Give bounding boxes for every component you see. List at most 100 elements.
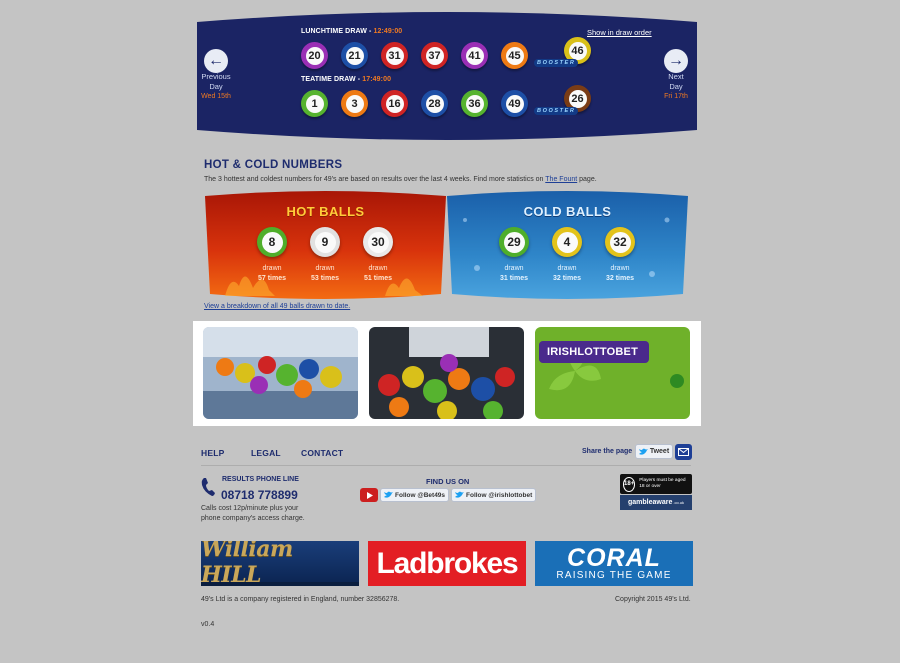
- contact-link[interactable]: CONTACT: [301, 448, 343, 458]
- hot-balls-title: HOT BALLS: [286, 204, 365, 219]
- teatime-ball: 28: [421, 90, 448, 117]
- teatime-ball-number: 49: [505, 94, 524, 113]
- cold-ball-number: 4: [556, 231, 578, 253]
- cold-ball-stat: drawn 32 times: [552, 265, 582, 282]
- cold-ball-number: 29: [503, 231, 525, 253]
- lotto-machine-image: [203, 327, 358, 419]
- lunchtime-ball-number: 41: [465, 46, 484, 65]
- envelope-icon: [678, 448, 689, 456]
- hot-cold-description: The 3 hottest and coldest numbers for 49…: [204, 176, 597, 183]
- age-18-icon: 18+: [623, 476, 636, 492]
- teatime-ball-number: 3: [345, 94, 364, 113]
- cold-ball: 32: [605, 227, 635, 257]
- irish-lotto-bet-image: [535, 327, 690, 419]
- legal-link[interactable]: LEGAL: [251, 448, 281, 458]
- twitter-icon: [638, 448, 648, 455]
- lunchtime-booster-number: 46: [568, 41, 587, 60]
- hot-ball-stat: drawn 51 times: [363, 265, 393, 282]
- promo-lotto-balls[interactable]: [369, 327, 524, 419]
- lunchtime-draw-title: LUNCHTIME DRAW - 12:49:00: [301, 28, 403, 35]
- ladbrokes-logo[interactable]: Ladbrokes: [368, 541, 526, 586]
- cold-ball: 4: [552, 227, 582, 257]
- arrow-right-icon: →: [668, 52, 684, 69]
- lunchtime-booster-tag: BOOSTER: [534, 59, 579, 67]
- coral-logo[interactable]: CORAL RAISING THE GAME: [535, 541, 693, 586]
- lotto-balls-image: [369, 327, 524, 419]
- lunchtime-ball: 41: [461, 42, 488, 69]
- hot-ball-number: 9: [314, 231, 336, 253]
- lunchtime-ball: 20: [301, 42, 328, 69]
- the-fount-link[interactable]: The Fount: [545, 176, 577, 183]
- teatime-booster-tag: BOOSTER: [534, 107, 579, 115]
- lunchtime-ball-number: 21: [345, 46, 364, 65]
- copyright-note: Copyright 2015 49's Ltd.: [615, 596, 691, 603]
- irish-lotto-bet-logo: IRISHLOTTOBET: [547, 346, 639, 358]
- breakdown-link[interactable]: View a breakdown of all 49 balls drawn t…: [204, 303, 350, 310]
- age-restriction-badge: 18+ Players must be aged 18 or over: [620, 474, 692, 494]
- hot-ball-number: 30: [367, 231, 389, 253]
- hot-ball: 9: [310, 227, 340, 257]
- lunchtime-ball: 21: [341, 42, 368, 69]
- promo-strip: IRISHLOTTOBET: [193, 321, 701, 426]
- next-day-button[interactable]: →: [664, 49, 688, 73]
- lunchtime-ball: 37: [421, 42, 448, 69]
- teatime-draw-title: TEATIME DRAW - 17:49:00: [301, 76, 392, 83]
- teatime-ball-number: 28: [425, 94, 444, 113]
- lunchtime-ball: 45: [501, 42, 528, 69]
- phone-number: 08718 778899: [221, 488, 298, 502]
- previous-day-button[interactable]: ←: [204, 49, 228, 73]
- cold-balls-title: COLD BALLS: [523, 204, 612, 219]
- follow-bet49s-button[interactable]: Follow @Bet49s: [380, 488, 450, 502]
- youtube-button[interactable]: [360, 488, 378, 502]
- lunchtime-ball-number: 45: [505, 46, 524, 65]
- version-label: v0.4: [201, 621, 215, 628]
- hot-ball-number: 8: [261, 231, 283, 253]
- twitter-icon: [455, 491, 464, 498]
- results-phone-line-label: RESULTS PHONE LINE: [222, 476, 299, 483]
- twitter-icon: [384, 491, 393, 498]
- lunchtime-ball: 31: [381, 42, 408, 69]
- promo-irish-lotto-bet[interactable]: IRISHLOTTOBET: [535, 327, 690, 419]
- help-link[interactable]: HELP: [201, 448, 224, 458]
- william-hill-logo[interactable]: William HILL: [201, 541, 359, 586]
- cold-balls-panel: COLD BALLS 29 drawn 31 times 4 drawn 32 times…: [447, 190, 688, 300]
- cold-ball-stat: drawn 32 times: [605, 265, 635, 282]
- lunchtime-ball-number: 37: [425, 46, 444, 65]
- email-share-button[interactable]: [675, 444, 692, 460]
- tweet-button[interactable]: Tweet: [635, 444, 673, 459]
- teatime-ball-number: 1: [305, 94, 324, 113]
- cold-ball-stat: drawn 31 times: [499, 265, 529, 282]
- hot-cold-title: HOT & COLD NUMBERS: [204, 159, 343, 171]
- cold-ball: 29: [499, 227, 529, 257]
- lunchtime-ball-number: 31: [385, 46, 404, 65]
- follow-irishlottobet-button[interactable]: Follow @irishlottobet: [451, 488, 537, 502]
- teatime-ball-number: 16: [385, 94, 404, 113]
- teatime-booster-number: 26: [568, 89, 587, 108]
- find-us-label: FIND US ON: [426, 477, 470, 486]
- teatime-ball: 49: [501, 90, 528, 117]
- cold-ball-number: 32: [609, 231, 631, 253]
- hot-ball-stat: drawn 53 times: [310, 265, 340, 282]
- teatime-ball: 1: [301, 90, 328, 117]
- footer-divider: [201, 465, 691, 466]
- hot-ball: 8: [257, 227, 287, 257]
- teatime-ball-number: 36: [465, 94, 484, 113]
- share-label: Share the page: [582, 448, 633, 455]
- lunchtime-ball-number: 20: [305, 46, 324, 65]
- gambleaware-link[interactable]: gambleaware .co.uk: [620, 495, 692, 510]
- arrow-left-icon: ←: [208, 52, 224, 69]
- draw-results-banner: ← Previous Day Wed 15th → Next Day Fri 1…: [197, 8, 697, 144]
- youtube-play-icon: [366, 491, 373, 499]
- phone-cost-note: Calls cost 12p/minute plus your phone co…: [201, 505, 305, 522]
- hot-ball: 30: [363, 227, 393, 257]
- show-draw-order-link[interactable]: Show in draw order: [587, 28, 652, 37]
- promo-lotto-machine[interactable]: [203, 327, 358, 419]
- next-day-label[interactable]: Next Day Fri 17th: [657, 72, 695, 102]
- teatime-ball: 16: [381, 90, 408, 117]
- hot-balls-panel: HOT BALLS 8 drawn 57 times 9 drawn 53 times 30…: [205, 190, 446, 300]
- hot-ball-stat: drawn 57 times: [257, 265, 287, 282]
- company-registration-note: 49's Ltd is a company registered in Engl…: [201, 596, 400, 603]
- teatime-ball: 36: [461, 90, 488, 117]
- previous-day-label[interactable]: Previous Day Wed 15th: [197, 72, 235, 102]
- phone-icon: [201, 478, 215, 496]
